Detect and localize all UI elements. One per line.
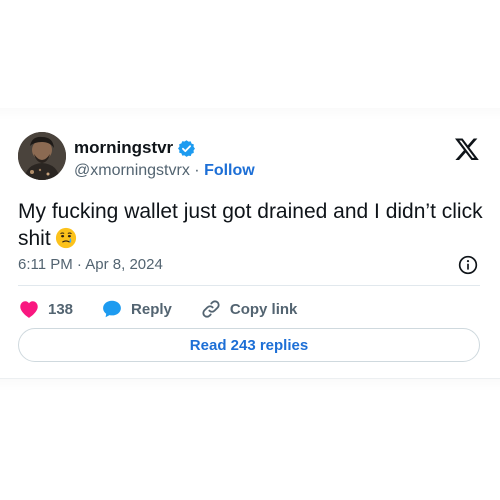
separator-dot: ·: [194, 162, 200, 179]
handle-line: @xmorningstvrx · Follow: [74, 162, 255, 180]
bottom-divider-strip: [0, 378, 500, 391]
copy-link-button[interactable]: Copy link: [200, 298, 298, 320]
read-replies-button[interactable]: Read 243 replies: [18, 328, 480, 362]
divider: [18, 285, 480, 286]
verified-badge-icon: [178, 139, 196, 157]
follow-link[interactable]: Follow: [204, 162, 255, 179]
tweet-card: morningstvr @xmorningstvrx · Follow My f…: [0, 120, 500, 378]
display-name-text: morningstvr: [74, 138, 174, 157]
user-handle[interactable]: @xmorningstvrx: [74, 162, 190, 179]
tweet-timestamp[interactable]: 6:11 PM · Apr 8, 2024: [18, 256, 163, 273]
avatar[interactable]: [18, 132, 66, 180]
copy-link-label: Copy link: [229, 300, 298, 318]
like-button[interactable]: 138: [18, 298, 73, 320]
reply-button[interactable]: Reply: [101, 298, 172, 320]
face-holding-back-tears-emoji: [55, 227, 76, 249]
page: morningstvr @xmorningstvrx · Follow My f…: [0, 0, 500, 500]
tweet-text: My fucking wallet just got drained and I…: [18, 198, 484, 252]
heart-icon: [20, 301, 38, 318]
link-icon: [202, 300, 220, 318]
speech-bubble-icon: [103, 300, 121, 318]
avatar-image: [18, 132, 66, 180]
like-count: 138: [48, 300, 74, 318]
read-replies-label: Read 243 replies: [189, 336, 309, 354]
info-icon[interactable]: [458, 255, 478, 275]
action-bar: 138 Reply Copy link: [18, 298, 325, 320]
display-name[interactable]: morningstvr: [74, 138, 196, 158]
reply-label: Reply: [131, 300, 172, 318]
tweet-text-content: My fucking wallet just got drained and I…: [18, 200, 483, 250]
x-logo-icon[interactable]: [454, 136, 480, 162]
